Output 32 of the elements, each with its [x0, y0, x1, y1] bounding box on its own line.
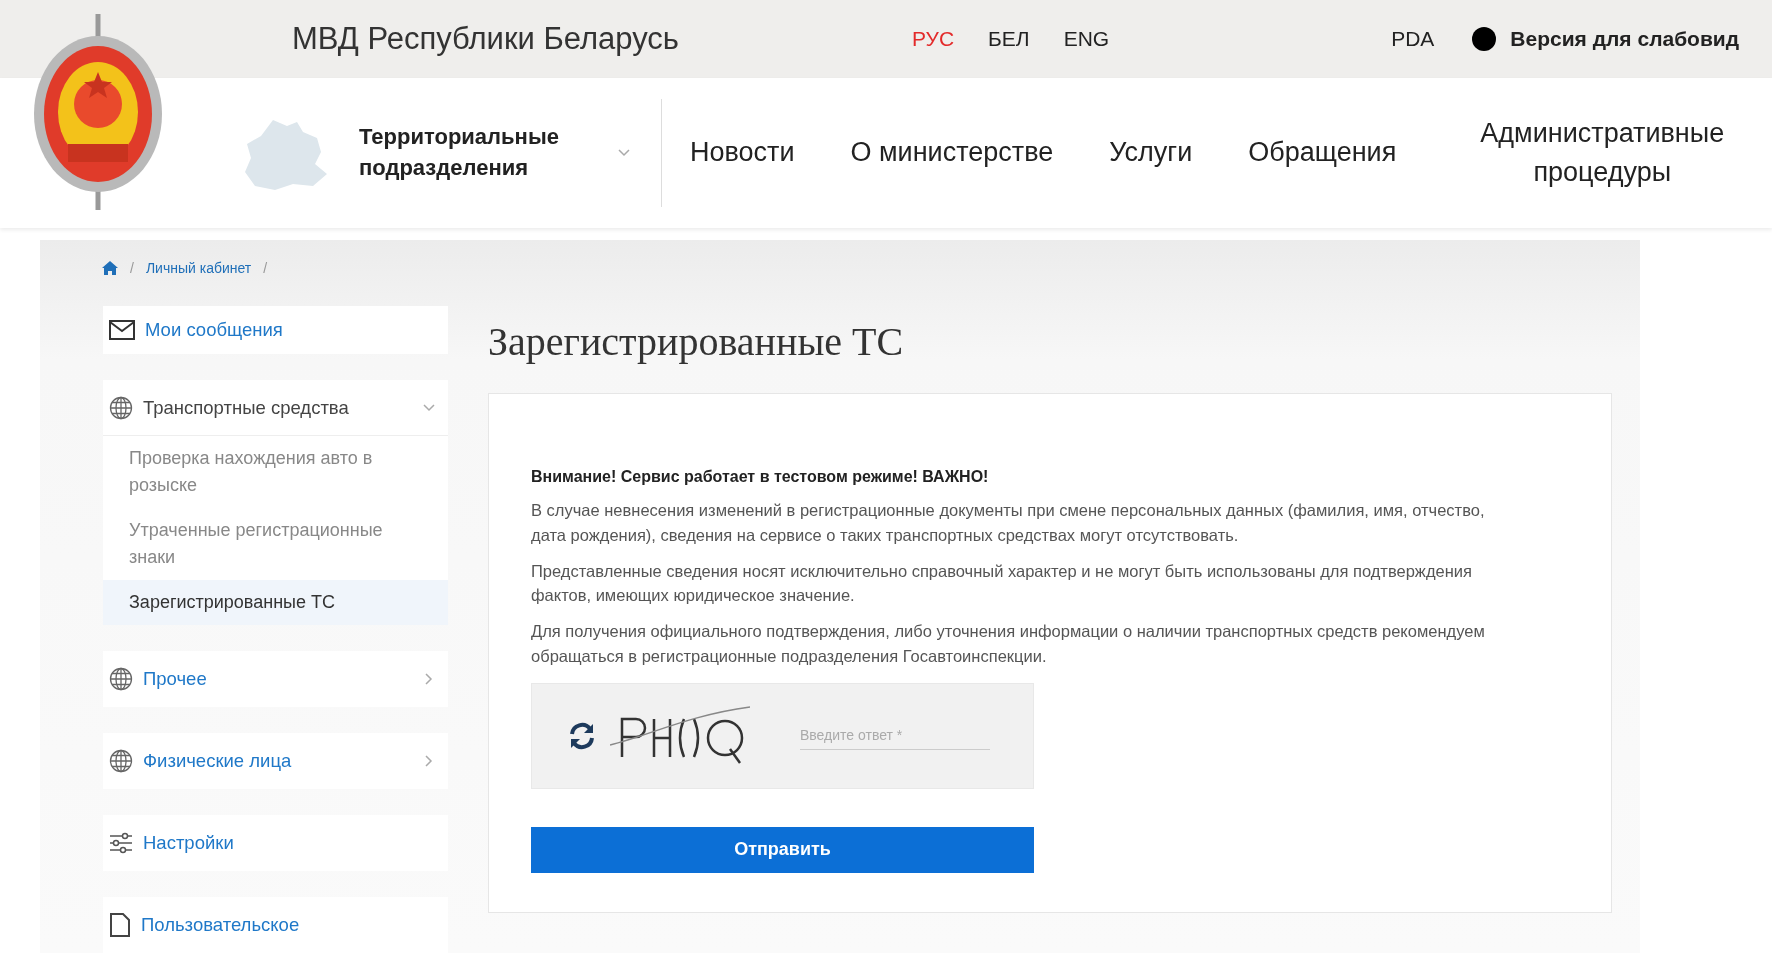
low-vision-link[interactable]: Версия для слабовид — [1510, 27, 1740, 51]
mail-icon — [109, 320, 135, 340]
breadcrumb-separator: / — [130, 260, 134, 276]
nav-link[interactable]: О министерстве — [850, 133, 1054, 173]
notice-paragraph: В случае невнесения изменений в регистрационные документы при смене персональных данных (фамилия, имя, отчество, дата рождения), сведения на сервисе о таких транспортных средствах могут отсутствовать. — [531, 500, 1486, 546]
globe-icon — [109, 749, 133, 773]
language-link[interactable]: БЕЛ — [988, 27, 1030, 51]
submit-button[interactable]: Отправить — [531, 826, 1034, 873]
pda-link[interactable]: PDA — [1391, 27, 1435, 51]
home-icon[interactable] — [102, 261, 118, 275]
sliders-icon — [109, 832, 133, 854]
nav-link[interactable]: Административные процедуры — [1452, 113, 1753, 193]
breadcrumb-separator: / — [263, 260, 268, 276]
nav-link[interactable]: Новости — [690, 133, 795, 173]
site-title: МВД Республики Беларусь — [292, 21, 680, 57]
globe-icon — [109, 667, 133, 691]
breadcrumb-link[interactable]: Личный кабинет — [145, 260, 252, 276]
notice-paragraph: Для получения официального подтверждения, либо уточнения информации о наличии транспортных средств рекомендуем обращаться в регистрационные подразделения Госавтоинспекции. — [531, 621, 1486, 667]
globe-icon — [109, 395, 133, 420]
sidebar-subitem[interactable]: Зарегистрированные ТС — [103, 580, 448, 625]
page-title: Зарегистрированные ТС — [488, 318, 905, 365]
language-link[interactable]: ENG — [1063, 27, 1110, 51]
refresh-icon[interactable] — [568, 721, 596, 750]
notice-heading: Внимание! Сервис работает в тестовом режиме! ВАЖНО! — [531, 468, 990, 486]
language-link[interactable]: РУС — [912, 27, 955, 51]
document-icon — [109, 913, 131, 937]
eye-dot-icon — [1472, 27, 1497, 51]
region-selector[interactable]: Территориальные подразделения — [243, 115, 631, 191]
nav-link[interactable]: Услуги — [1109, 133, 1193, 173]
answer-field[interactable]: Введите ответ * — [800, 721, 990, 750]
notice-paragraph: Представленные сведения носят исключительно справочный характер и не могут быть использованы для подтверждения фактов, имеющих юридическое значение. — [531, 560, 1473, 607]
nav-link[interactable]: Обращения — [1248, 133, 1397, 173]
